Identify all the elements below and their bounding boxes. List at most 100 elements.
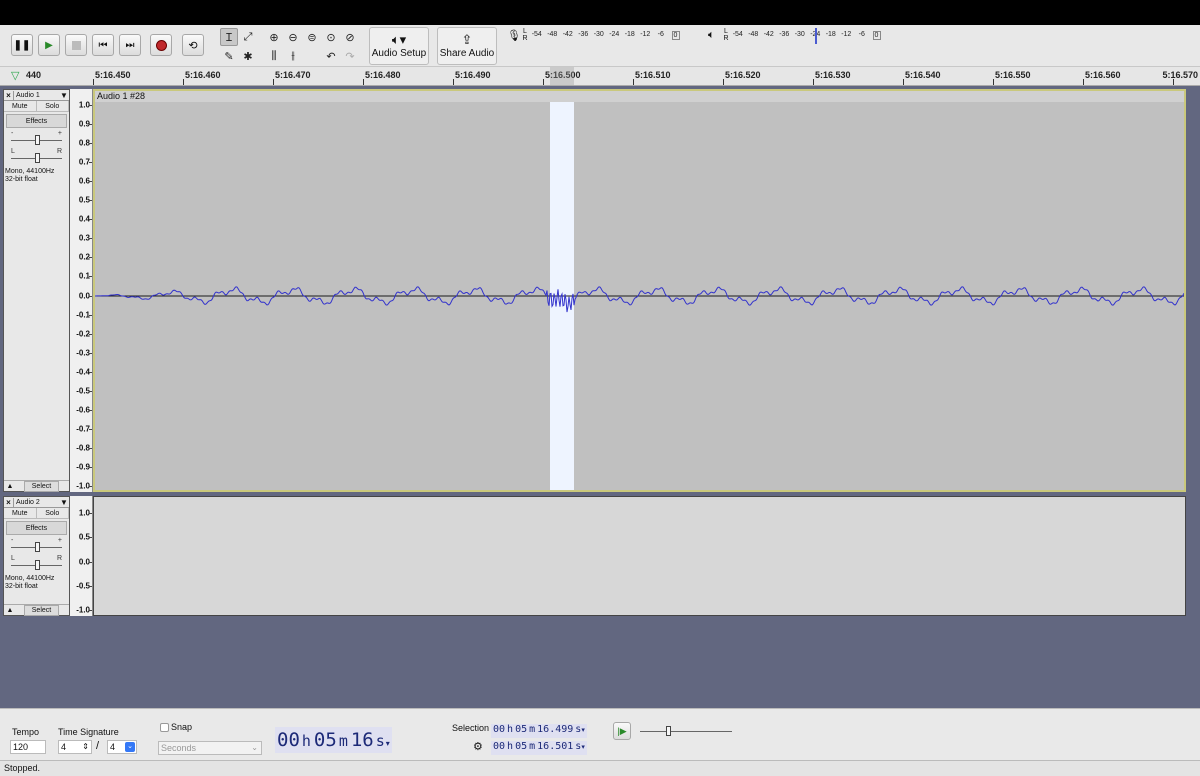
playback-speed-slider[interactable] — [636, 721, 736, 739]
play-meter-scale: -54-48-42-36-30-24-18-12-60 — [730, 27, 881, 44]
record-meter[interactable]: 🎙︎ LR -54 -48 -42 -36 -30 -24 -18 -12 -6 0 — [507, 28, 680, 42]
mute-button[interactable]: Mute — [4, 508, 37, 518]
chevron-down-icon[interactable]: ▼ — [59, 91, 69, 100]
ruler-tick — [633, 79, 634, 85]
zoom-in-button[interactable]: ⊕ — [265, 28, 283, 46]
solo-button[interactable]: Solo — [37, 101, 69, 111]
multi-tool[interactable]: ✱ — [239, 47, 257, 65]
meter-tick-label: -30 — [593, 30, 604, 38]
chevron-down-icon[interactable]: ▾ — [581, 743, 585, 751]
share-audio-button[interactable]: ⇪ Share Audio — [437, 27, 497, 65]
play-at-speed-button[interactable]: |▶ — [613, 722, 631, 740]
select-track-button[interactable]: Select — [24, 604, 59, 616]
ruler-tick — [183, 79, 184, 85]
envelope-tool[interactable]: ⤢ — [239, 28, 257, 46]
sel-start-seconds: 16.499 — [537, 724, 574, 735]
gain-plus-label: + — [57, 130, 62, 137]
stepper-icon[interactable]: ⇕ — [82, 741, 89, 753]
amplitude-tick — [89, 466, 92, 468]
time-sig-denominator: 4 — [110, 742, 116, 752]
clip-title[interactable]: Audio 1 #28 — [95, 91, 1184, 102]
solo-button[interactable]: Solo — [37, 508, 69, 518]
sel-end-minutes: 05 — [515, 741, 528, 752]
ruler-time-label: 5:16.530 — [815, 70, 851, 80]
pan-slider-thumb[interactable] — [35, 153, 40, 163]
selection-end-display[interactable]: 00 h 05 m 16.501 s ▾ — [491, 741, 587, 755]
snap-unit-select[interactable]: Seconds ⌄ — [158, 741, 262, 755]
track-format-info: Mono, 44100Hz 32-bit float — [4, 168, 69, 184]
chevron-down-icon[interactable]: ▾ — [581, 726, 585, 734]
track-name-menu[interactable]: Audio 2 — [14, 499, 59, 506]
ruler-time-label: 5:16.450 — [95, 70, 131, 80]
meter-tick-label: -36 — [578, 30, 589, 38]
pause-button[interactable]: ❚❚ — [11, 34, 33, 56]
effects-button[interactable]: Effects — [6, 521, 67, 535]
gain-slider[interactable]: - + — [7, 130, 66, 148]
undo-button[interactable]: ↶ — [322, 47, 340, 65]
close-track-icon[interactable]: × — [4, 497, 14, 507]
selection-region[interactable] — [550, 91, 574, 490]
status-bar: Stopped. — [0, 760, 1200, 776]
play-button[interactable]: ▶ — [38, 34, 60, 56]
record-button[interactable] — [150, 34, 172, 56]
pan-slider[interactable]: L R — [7, 555, 66, 573]
play-speed-icon: |▶ — [617, 725, 627, 736]
collapse-track-icon[interactable]: ▲ — [4, 607, 16, 614]
tempo-input[interactable]: 120 — [10, 740, 46, 754]
waveform-area-audio-2[interactable] — [93, 496, 1186, 616]
effects-button[interactable]: Effects — [6, 114, 67, 128]
meter-tick-label: -54 — [531, 30, 542, 38]
meter-tick-label: -30 — [794, 30, 805, 38]
skip-to-start-button[interactable]: ⏮ — [92, 34, 114, 56]
track-name-menu[interactable]: Audio 1 — [14, 92, 59, 99]
loop-button[interactable]: ⟲ — [182, 34, 204, 56]
time-sig-numerator-input[interactable]: 4 ⇕ — [58, 740, 92, 754]
zoom-out-button[interactable]: ⊖ — [284, 28, 302, 46]
collapse-track-icon[interactable]: ▲ — [4, 483, 16, 490]
timeline-ruler[interactable]: ▽ 440 5:16.450 5:16.460 5:16.470 5:16.480 5:1… — [0, 67, 1200, 86]
zoom-toggle-button[interactable]: ⊘ — [341, 28, 359, 46]
pan-slider[interactable]: L R — [7, 148, 66, 166]
gain-slider-thumb[interactable] — [35, 135, 40, 145]
waveform-area-audio-1[interactable] — [93, 89, 1186, 492]
select-track-button[interactable]: Select — [24, 480, 59, 492]
gain-slider-thumb[interactable] — [35, 542, 40, 552]
playback-meter[interactable]: 🔈︎ LR -54-48-42-36-30-24-18-12-60 — [708, 27, 881, 44]
draw-tool[interactable]: ✎ — [220, 47, 238, 65]
gain-slider[interactable]: - + — [7, 537, 66, 555]
silence-button[interactable]: ⫲ — [284, 47, 302, 65]
selection-tool[interactable]: Ｉ — [220, 28, 238, 46]
time-sig-denominator-select[interactable]: 4 ⌄ — [107, 740, 137, 754]
fit-project-button[interactable]: ⊙ — [322, 28, 340, 46]
loop-icon: ⟲ — [188, 39, 198, 52]
redo-button[interactable]: ↷ — [341, 47, 359, 65]
skip-to-end-button[interactable]: ⏭ — [119, 34, 141, 56]
snap-checkbox[interactable] — [160, 723, 169, 732]
ruler-time-label: 5:16.520 — [725, 70, 761, 80]
fit-selection-button[interactable]: ⊜ — [303, 28, 321, 46]
amplitude-label: -0.7 — [76, 424, 90, 434]
playback-speed-thumb[interactable] — [666, 726, 671, 736]
amplitude-tick — [89, 486, 92, 487]
chevron-down-icon[interactable]: ▼ — [59, 498, 69, 507]
mute-button[interactable]: Mute — [4, 101, 37, 111]
amplitude-tick — [89, 610, 92, 611]
track-bit-info: 32-bit float — [5, 583, 38, 590]
close-track-icon[interactable]: × — [4, 90, 14, 100]
chevron-down-icon[interactable]: ⌄ — [125, 742, 135, 752]
amplitude-ruler-audio-1[interactable]: 1.0 0.9 0.8 0.7 0.6 0.5 0.4 0.3 0.2 0.1 0.0 -0.1 -0.… — [70, 89, 93, 492]
amplitude-ruler-audio-2[interactable]: 1.0 0.5 0.0 -0.5 -1.0 — [70, 496, 93, 616]
gear-icon[interactable]: ⚙ — [473, 740, 483, 753]
trim-button[interactable]: ⫼ — [265, 47, 283, 65]
audio-setup-button[interactable]: 🔈︎▾ Audio Setup — [369, 27, 429, 65]
ruler-time-label: 5:16.560 — [1085, 70, 1121, 80]
zoom-fit-icon: ⊙ — [326, 31, 336, 44]
zoom-toggle-icon: ⊘ — [345, 31, 355, 44]
time-display[interactable]: 00 h 05 m 16 s ▾ — [275, 727, 392, 753]
stop-button[interactable] — [65, 34, 87, 56]
amplitude-tick — [89, 219, 92, 221]
selection-start-display[interactable]: 00 h 05 m 16.499 s ▾ — [491, 724, 587, 738]
pan-slider-thumb[interactable] — [35, 560, 40, 570]
chevron-down-icon[interactable]: ▾ — [386, 739, 390, 748]
meter-tick-label: -6 — [858, 30, 865, 38]
